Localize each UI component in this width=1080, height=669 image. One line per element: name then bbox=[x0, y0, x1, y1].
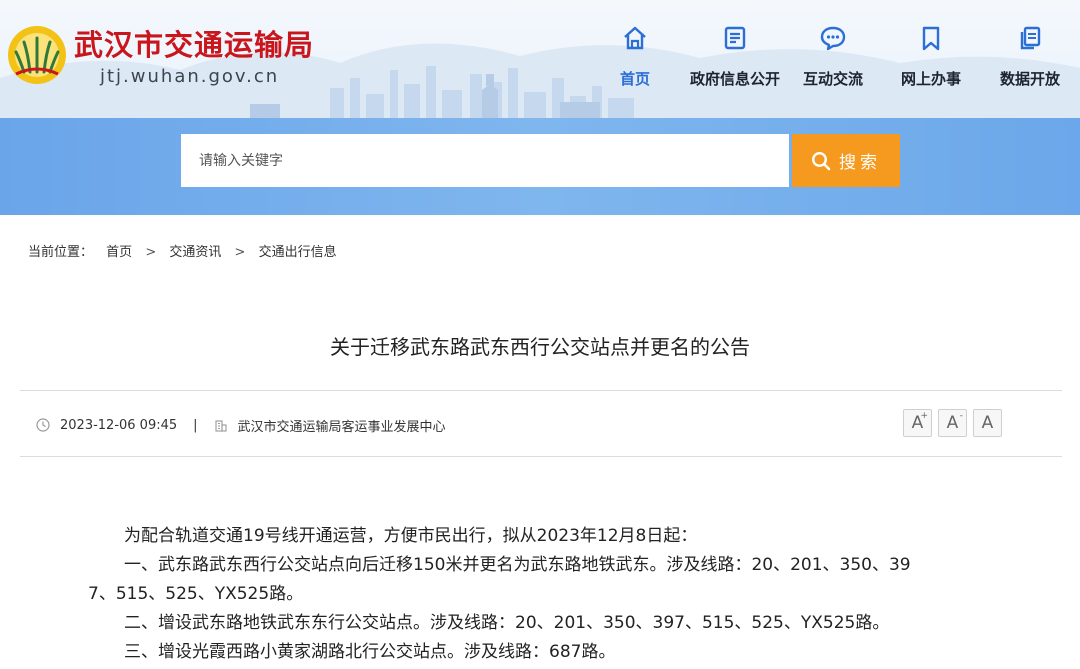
nav-item-home[interactable]: 首页 bbox=[585, 24, 685, 96]
article-paragraph: 二、增设武东路地铁武东东行公交站点。涉及线路：20、201、350、397、51… bbox=[124, 613, 890, 633]
nav-item-gov-info[interactable]: 政府信息公开 bbox=[685, 24, 785, 96]
breadcrumb: 当前位置： 首页 > 交通资讯 > 交通出行信息 bbox=[28, 241, 346, 260]
data-copy-icon bbox=[1020, 26, 1041, 50]
nav-label: 网上办事 bbox=[900, 70, 961, 88]
chat-bubble-icon bbox=[820, 26, 846, 51]
article-title: 关于迁移武东路武东西行公交站点并更名的公告 bbox=[330, 335, 750, 359]
article-source: 武汉市交通运输局客运事业发展中心 bbox=[237, 419, 446, 435]
publish-date: 2023-12-06 09:45 bbox=[60, 417, 178, 433]
breadcrumb-separator: > bbox=[234, 245, 246, 260]
article-body: 为配合轨道交通19号线开通运营，方便市民出行，拟从2023年12月8日起： 一、… bbox=[88, 522, 1008, 667]
breadcrumb-link-home[interactable]: 首页 bbox=[106, 245, 132, 260]
meta-separator: | bbox=[193, 417, 198, 433]
clock-icon bbox=[36, 418, 50, 432]
search-band: 搜索 bbox=[0, 118, 1080, 215]
nav-item-online-service[interactable]: 网上办事 bbox=[881, 24, 981, 96]
site-title[interactable]: 武汉市交通运输局 bbox=[74, 22, 314, 64]
nav-item-interaction[interactable]: 互动交流 bbox=[783, 24, 883, 96]
search-input[interactable] bbox=[181, 134, 789, 187]
main-nav: 首页 政府信息公开 互动交流 网上办事 数据开放 bbox=[590, 24, 1080, 104]
document-list-icon bbox=[724, 26, 746, 50]
nav-label: 数据开放 bbox=[999, 70, 1060, 88]
article-paragraph: 7、515、525、YX525路。 bbox=[88, 584, 304, 604]
font-decrease-button[interactable]: A- bbox=[938, 409, 967, 437]
search-button-label: 搜索 bbox=[839, 153, 881, 173]
search-button[interactable]: 搜索 bbox=[792, 134, 900, 187]
site-header: 武汉市交通运输局 jtj.wuhan.gov.cn 首页 政府信息公开 互动交流 bbox=[0, 0, 1080, 118]
nav-label: 互动交流 bbox=[802, 70, 863, 88]
search-icon bbox=[811, 151, 831, 170]
site-domain: jtj.wuhan.gov.cn bbox=[100, 66, 280, 87]
article-meta: 2023-12-06 09:45 | 武汉市交通运输局客运事业发展中心 bbox=[36, 415, 446, 435]
bookmark-icon bbox=[922, 26, 940, 51]
breadcrumb-separator: > bbox=[145, 245, 157, 260]
divider bbox=[20, 456, 1062, 457]
breadcrumb-prefix: 当前位置： bbox=[28, 245, 94, 260]
wuhan-transport-emblem-logo bbox=[8, 26, 66, 84]
home-icon bbox=[624, 26, 646, 50]
nav-label: 首页 bbox=[619, 70, 650, 88]
font-increase-button[interactable]: A + bbox=[903, 409, 932, 437]
article-paragraph: 为配合轨道交通19号线开通运营，方便市民出行，拟从2023年12月8日起： bbox=[124, 526, 698, 546]
nav-label: 政府信息公开 bbox=[689, 70, 780, 88]
article-paragraph: 三、增设光霞西路小黄家湖路北行公交站点。涉及线路：687路。 bbox=[124, 642, 616, 662]
breadcrumb-link-traffic-news[interactable]: 交通资讯 bbox=[169, 245, 221, 260]
organization-icon bbox=[214, 420, 227, 432]
divider bbox=[20, 390, 1062, 391]
font-reset-button[interactable]: A bbox=[973, 409, 1002, 437]
font-size-tools: A + A- A bbox=[903, 409, 1002, 437]
breadcrumb-link-travel-info[interactable]: 交通出行信息 bbox=[259, 245, 337, 260]
article-paragraph: 一、武东路武东西行公交站点向后迁移150米并更名为武东路地铁武东。涉及线路：20… bbox=[124, 555, 911, 575]
nav-item-open-data[interactable]: 数据开放 bbox=[980, 24, 1080, 96]
